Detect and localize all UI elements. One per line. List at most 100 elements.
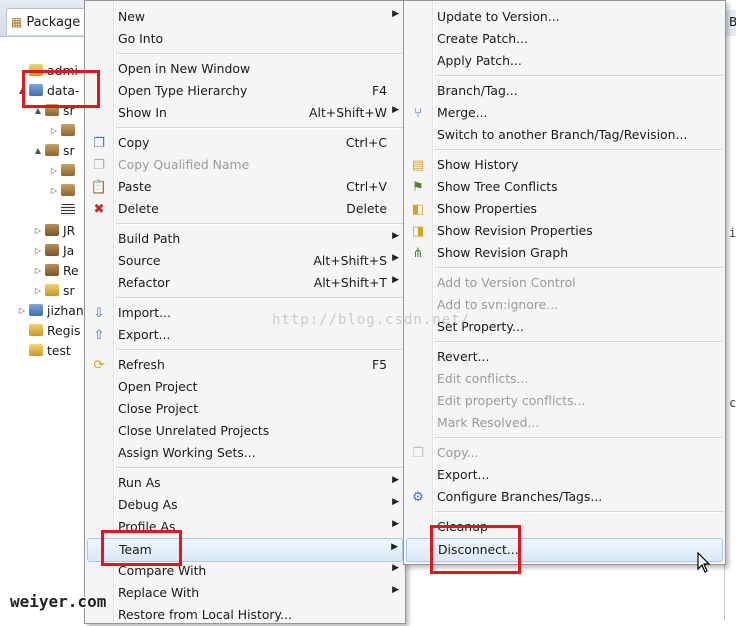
tree-item[interactable]: ▷ sr — [34, 280, 75, 300]
tree-twisty-icon[interactable]: ▷ — [50, 126, 58, 135]
menu-item-label: Merge... — [437, 105, 488, 120]
menu-item-merge[interactable]: ⑂ Merge... — [406, 102, 723, 124]
menu-item-compare-with[interactable]: Compare With ▶ — [87, 560, 403, 582]
menu-item-open-type-hierarchy[interactable]: Open Type Hierarchy F4 — [87, 80, 403, 102]
menu-item-shortcut: Alt+Shift+W — [309, 105, 387, 120]
tree-item-label: data- — [47, 82, 80, 98]
paste-icon: 📋 — [90, 179, 108, 195]
export-icon: ⇧ — [93, 327, 105, 343]
tree-item[interactable]: ▷ — [50, 180, 79, 200]
menu-item-profile-as[interactable]: Profile As ▶ — [87, 516, 403, 538]
menu-item-create-patch[interactable]: Create Patch... — [406, 28, 723, 50]
tree-twisty-icon[interactable]: ▷ — [50, 186, 58, 195]
menu-item-revert[interactable]: Revert... — [406, 346, 723, 368]
menu-item-disconnect[interactable]: Disconnect... — [406, 538, 723, 562]
menu-item-open-project[interactable]: Open Project — [87, 376, 403, 398]
tree-item[interactable]: ▷ — [50, 160, 79, 180]
menu-item-restore-from-local-history[interactable]: Restore from Local History... — [87, 604, 403, 626]
tree-item-label: test — [47, 342, 71, 358]
menu-item-label: Delete — [118, 201, 159, 216]
menu-item-refactor[interactable]: Refactor Alt+Shift+T ▶ — [87, 272, 403, 294]
menu-item-paste[interactable]: 📋 Paste Ctrl+V — [87, 176, 403, 198]
proj-icon — [29, 304, 43, 316]
menu-item-new[interactable]: New ▶ — [87, 6, 403, 28]
menu-item-shortcut: Delete — [346, 201, 387, 216]
submenu-arrow-icon: ▶ — [392, 585, 399, 595]
tree-item[interactable]: ▷ jizhan — [18, 300, 84, 320]
menu-item-cleanup[interactable]: Cleanup — [406, 516, 723, 538]
tree-twisty-icon[interactable]: ▷ — [18, 306, 26, 315]
tree-item[interactable]: ▲ data- — [18, 80, 79, 100]
tree-item[interactable]: ▲ sr — [34, 140, 75, 160]
menu-item-label: Show In — [118, 105, 167, 120]
menu-item-build-path[interactable]: Build Path ▶ — [87, 228, 403, 250]
menu-item-assign-working-sets[interactable]: Assign Working Sets... — [87, 442, 403, 464]
menu-item-label: Show Tree Conflicts — [437, 179, 558, 194]
menu-item-label: Disconnect... — [438, 542, 519, 557]
menu-item-label: Apply Patch... — [437, 53, 522, 68]
menu-item-run-as[interactable]: Run As ▶ — [87, 472, 403, 494]
submenu-arrow-icon: ▶ — [392, 105, 399, 115]
menu-item-go-into[interactable]: Go Into — [87, 28, 403, 50]
menu-item-replace-with[interactable]: Replace With ▶ — [87, 582, 403, 604]
menu-item-branch-tag[interactable]: Branch/Tag... — [406, 80, 723, 102]
menu-item-label: Open Project — [118, 379, 198, 394]
menu-separator — [116, 297, 403, 299]
tree-item[interactable]: admi — [18, 60, 78, 80]
menu-item-copy[interactable]: ❐ Copy Ctrl+C — [87, 132, 403, 154]
menu-separator — [435, 437, 723, 439]
menu-item-source[interactable]: Source Alt+Shift+S ▶ — [87, 250, 403, 272]
menu-item-configure-branches-tags[interactable]: ⚙ Configure Branches/Tags... — [406, 486, 723, 508]
menu-item-show-in[interactable]: Show In Alt+Shift+W ▶ — [87, 102, 403, 124]
tree-twisty-icon[interactable]: ▷ — [34, 286, 42, 295]
menu-item-mark-resolved: Mark Resolved... — [406, 412, 723, 434]
menu-item-shortcut: F4 — [371, 83, 387, 98]
delete-icon: ✖ — [93, 201, 105, 217]
menu-item-label: Refactor — [118, 275, 170, 290]
menu-item-open-in-new-window[interactable]: Open in New Window — [87, 58, 403, 80]
menu-item-show-properties[interactable]: ◧ Show Properties — [406, 198, 723, 220]
menu-item-export[interactable]: Export... — [406, 464, 723, 486]
menu-item-label: Copy — [118, 135, 150, 150]
tree-twisty-icon[interactable]: ▷ — [34, 246, 42, 255]
menu-item-show-revision-graph[interactable]: ⋔ Show Revision Graph — [406, 242, 723, 264]
menu-item-refresh[interactable]: ⟳ Refresh F5 — [87, 354, 403, 376]
tree-twisty-icon[interactable]: ▲ — [34, 146, 42, 155]
tree-item[interactable]: ▷ — [50, 120, 79, 140]
submenu-arrow-icon: ▶ — [392, 563, 399, 573]
tree-twisty-icon[interactable]: ▷ — [34, 266, 42, 275]
menu-separator — [116, 127, 403, 129]
menu-item-update-to-version[interactable]: Update to Version... — [406, 6, 723, 28]
tree-item[interactable] — [50, 200, 79, 220]
menu-item-label: Switch to another Branch/Tag/Revision... — [437, 127, 688, 142]
menu-item-label: Replace With — [118, 585, 200, 600]
package-explorer-tab[interactable]: ▦ Package — [6, 8, 88, 35]
lib-icon — [45, 264, 59, 276]
menu-item-debug-as[interactable]: Debug As ▶ — [87, 494, 403, 516]
tree-item[interactable]: ▷ Ja — [34, 240, 74, 260]
tree-item[interactable]: ▲ sr — [34, 100, 75, 120]
menu-item-show-revision-properties[interactable]: ◨ Show Revision Properties — [406, 220, 723, 242]
tree-twisty-icon[interactable]: ▲ — [34, 106, 42, 115]
tree-item[interactable]: ▷ Re — [34, 260, 79, 280]
tree-item[interactable]: test — [18, 340, 71, 360]
tree-twisty-icon[interactable]: ▷ — [34, 226, 42, 235]
tree-item-label: Ja — [63, 242, 75, 258]
tree-twisty-icon[interactable]: ▲ — [18, 86, 26, 95]
menu-item-switch-to-another-branch-tag-revision[interactable]: Switch to another Branch/Tag/Revision... — [406, 124, 723, 146]
menu-item-delete[interactable]: ✖ Delete Delete — [87, 198, 403, 220]
menu-item-label: Close Project — [118, 401, 199, 416]
tree-item[interactable]: ▷ JR — [34, 220, 75, 240]
menu-item-team[interactable]: Team ▶ — [87, 538, 403, 562]
menu-item-show-history[interactable]: ▤ Show History — [406, 154, 723, 176]
menu-item-add-to-version-control: Add to Version Control — [406, 272, 723, 294]
menu-item-show-tree-conflicts[interactable]: ⚑ Show Tree Conflicts — [406, 176, 723, 198]
menu-item-close-unrelated-projects[interactable]: Close Unrelated Projects — [87, 420, 403, 442]
menu-item-apply-patch[interactable]: Apply Patch... — [406, 50, 723, 72]
submenu-arrow-icon: ▶ — [392, 9, 399, 19]
tree-item[interactable]: Regis — [18, 320, 80, 340]
tree-twisty-icon[interactable]: ▷ — [50, 166, 58, 175]
proj-icon — [29, 84, 43, 96]
menu-separator — [435, 511, 723, 513]
menu-item-close-project[interactable]: Close Project — [87, 398, 403, 420]
